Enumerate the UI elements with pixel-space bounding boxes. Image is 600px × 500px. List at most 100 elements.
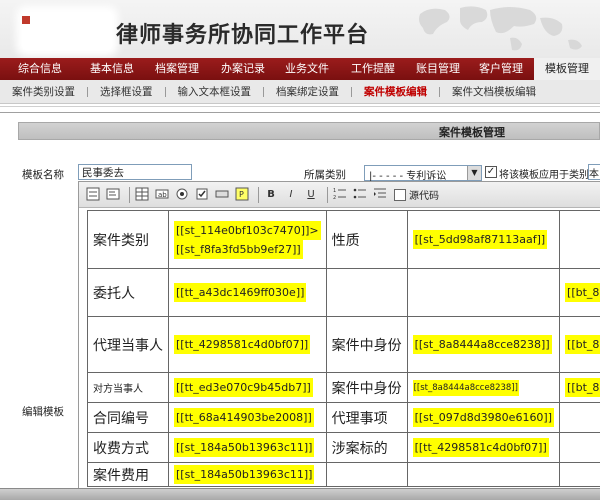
field-label-cell[interactable]: 代理当事人 [87, 316, 169, 373]
svg-text:ab: ab [158, 191, 167, 199]
ordered-list-icon[interactable]: 12 [332, 187, 348, 203]
form-icon[interactable] [85, 187, 101, 203]
placeholder-tag[interactable]: [[tt_68a414903be2008]] [174, 408, 314, 427]
placeholder-cell[interactable]: [[st_8a8444a8cce8238]] [406, 316, 561, 373]
placeholder-tag[interactable]: [[tt_ed3e070c9b45db7]] [174, 378, 313, 397]
placeholder-cell[interactable]: [[st_097d8d3980e6160]] [406, 402, 561, 433]
nav-item[interactable]: 办案记录 [210, 58, 276, 80]
underline-button[interactable]: U [303, 187, 319, 203]
app-title: 律师事务所协同工作平台 [116, 22, 370, 48]
template-editor[interactable]: ab P B I U 12 源代码 案件类别 [[st_114e0bf103c7… [78, 181, 600, 500]
nav-item[interactable]: 模板管理 [534, 58, 600, 80]
param-icon[interactable]: P [234, 187, 250, 203]
placeholder-tag[interactable]: [[st_8a8444a8cce8238]] [412, 335, 552, 354]
placeholder-cell[interactable]: [[tt_4298581c4d0bf07]] [168, 316, 327, 373]
template-name-input[interactable] [78, 164, 192, 180]
bold-button[interactable]: B [263, 187, 279, 203]
category-label: 所属类别 [304, 169, 346, 181]
category-select[interactable]: |- - - - - 专利诉讼 ▼ [364, 165, 482, 182]
field-label-cell[interactable]: 案件类别 [87, 210, 169, 269]
placeholder-tag[interactable]: [[tt_4298581c4d0bf07]] [174, 335, 311, 354]
radio-icon[interactable] [174, 187, 190, 203]
field-label-cell[interactable]: 代理事项 [325, 402, 408, 433]
placeholder-cell[interactable]: [[st_184a50b13963c11]] [168, 432, 327, 463]
placeholder-tag[interactable]: [[tt_4298581c4d0bf07]] [412, 438, 549, 457]
apply-category-label: 将该模板应用于类别 [499, 170, 589, 181]
apply-category-select[interactable]: 本 [588, 164, 600, 180]
placeholder-cell[interactable]: [[tt_a43dc1469ff030e]] [168, 268, 327, 317]
field-label-cell[interactable]: 案件中身份 [325, 316, 408, 373]
field-label-cell[interactable]: 对方当事人 [87, 372, 169, 403]
svg-text:P: P [239, 190, 244, 199]
placeholder-tag[interactable]: [[bt_8 [565, 335, 600, 354]
nav-item[interactable]: 基本信息 [80, 58, 144, 80]
placeholder-tag[interactable]: [[tt_a43dc1469ff030e]] [174, 283, 307, 302]
placeholder-cell[interactable]: [[st_5dd98af87113aaf]] [406, 210, 561, 269]
placeholder-tag[interactable]: [[st_184a50b13963c11]] [174, 465, 315, 484]
placeholder-cell[interactable]: [[st_184a50b13963c11]] [168, 462, 327, 487]
nav-item[interactable]: 业务文件 [276, 58, 338, 80]
sub-nav-item[interactable]: 案件文档模板编辑 [440, 84, 548, 99]
empty-cell[interactable] [325, 462, 408, 487]
logo-mark-icon [22, 16, 30, 24]
empty-cell[interactable] [559, 210, 600, 269]
placeholder-cell[interactable]: [[tt_4298581c4d0bf07]] [406, 432, 561, 463]
table-icon[interactable] [134, 187, 150, 203]
indent-icon[interactable] [372, 187, 388, 203]
sub-nav-item[interactable]: 案件类别设置 [0, 84, 87, 99]
placeholder-tag[interactable]: [[st_114e0bf103c7470]]> [174, 220, 321, 240]
placeholder-tag[interactable]: [[st_8a8444a8cce8238]] [412, 380, 519, 396]
sub-nav-item[interactable]: 案件模板编辑 [352, 84, 439, 99]
placeholder-cell[interactable]: [[bt_8 [559, 268, 600, 317]
field-label-cell[interactable]: 案件费用 [87, 462, 169, 487]
nav-item[interactable]: 档案管理 [144, 58, 210, 80]
field-icon[interactable]: ab [154, 187, 170, 203]
placeholder-tag[interactable]: [[st_097d8d3980e6160]] [412, 408, 555, 427]
textarea-icon[interactable] [105, 187, 121, 203]
field-label-cell[interactable]: 委托人 [87, 268, 169, 317]
table-row: 案件费用 [[st_184a50b13963c11]] [87, 462, 600, 487]
placeholder-tag[interactable]: [[st_5dd98af87113aaf]] [412, 230, 548, 249]
chevron-down-icon[interactable]: ▼ [467, 166, 481, 180]
nav-item[interactable]: 账目管理 [408, 58, 468, 80]
empty-cell[interactable] [559, 402, 600, 433]
italic-button[interactable]: I [283, 187, 299, 203]
source-icon [394, 188, 406, 201]
placeholder-cell[interactable]: [[bt_8 [559, 316, 600, 373]
source-code-button[interactable]: 源代码 [394, 187, 439, 202]
placeholder-cell[interactable]: [[st_8a8444a8cce8238]] [406, 372, 561, 403]
placeholder-tag[interactable]: [[st_184a50b13963c11]] [174, 438, 315, 457]
placeholder-tag[interactable]: [[bt_8 [565, 283, 600, 302]
button-icon[interactable] [214, 187, 230, 203]
field-label-cell[interactable]: 案件中身份 [325, 372, 408, 403]
svg-text:2: 2 [333, 195, 336, 201]
sub-nav-item[interactable]: 输入文本框设置 [166, 84, 264, 99]
field-label-cell[interactable]: 合同编号 [87, 402, 169, 433]
sub-nav-item[interactable]: 档案绑定设置 [264, 84, 351, 99]
nav-item[interactable]: 客户管理 [468, 58, 534, 80]
placeholder-cell[interactable]: [[st_114e0bf103c7470]]> [[st_f8fa3fd5bb9e… [168, 210, 327, 269]
field-label-cell[interactable]: 收费方式 [87, 432, 169, 463]
empty-cell[interactable] [325, 268, 408, 317]
empty-cell[interactable] [559, 462, 600, 487]
checkbox-icon[interactable] [194, 187, 210, 203]
apply-category-checkbox[interactable]: ✓ [485, 166, 497, 178]
sub-nav-item[interactable]: 选择框设置 [88, 84, 165, 99]
empty-cell[interactable] [559, 432, 600, 463]
placeholder-tag[interactable]: [[bt_8 [565, 378, 600, 397]
placeholder-tag[interactable]: [[st_f8fa3fd5bb9ef27]] [174, 239, 303, 259]
sub-nav: 案件类别设置 选择框设置 输入文本框设置 档案绑定设置 案件模板编辑 案件文档模板编辑 [0, 80, 600, 104]
editor-label: 编辑模板 [22, 406, 64, 418]
template-table[interactable]: 案件类别 [[st_114e0bf103c7470]]> [[st_f8fa3fd5… [87, 210, 600, 487]
nav-item[interactable]: 工作提醒 [338, 58, 408, 80]
empty-cell[interactable] [406, 462, 561, 487]
empty-cell[interactable] [406, 268, 561, 317]
template-name-label: 模板名称 [22, 169, 64, 181]
placeholder-cell[interactable]: [[bt_8 [559, 372, 600, 403]
nav-item[interactable]: 综合信息 [0, 58, 80, 80]
field-label-cell[interactable]: 性质 [325, 210, 408, 269]
unordered-list-icon[interactable] [352, 187, 368, 203]
placeholder-cell[interactable]: [[tt_ed3e070c9b45db7]] [168, 372, 327, 403]
placeholder-cell[interactable]: [[tt_68a414903be2008]] [168, 402, 327, 433]
field-label-cell[interactable]: 涉案标的 [325, 432, 408, 463]
